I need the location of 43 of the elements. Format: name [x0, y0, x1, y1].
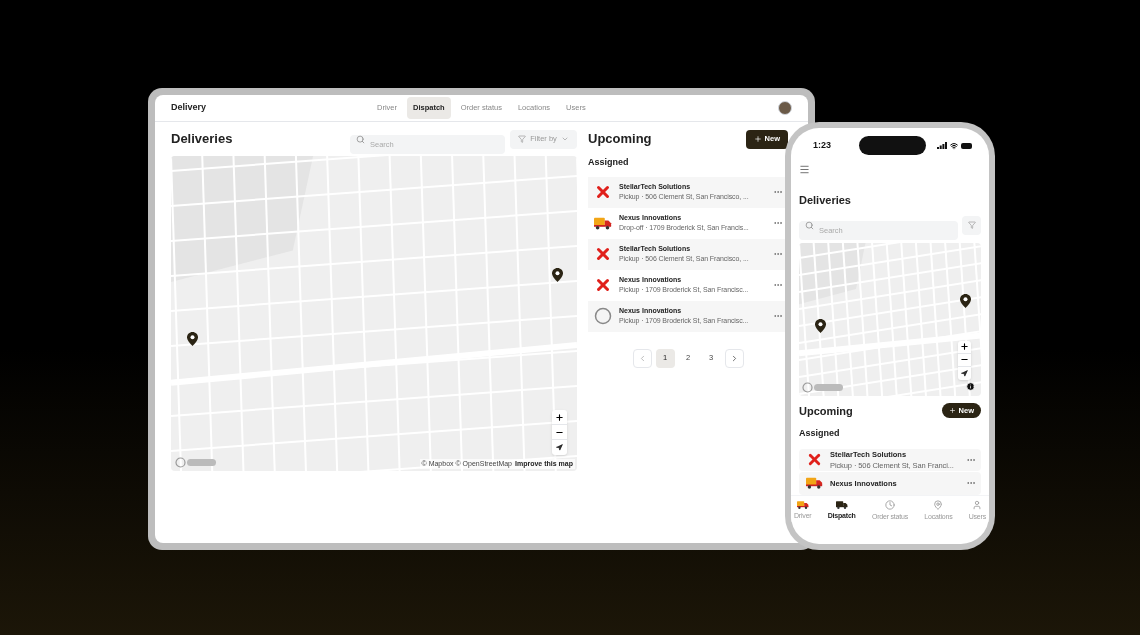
filter-icon — [967, 221, 976, 229]
zoom-in-button[interactable] — [958, 340, 971, 354]
filter-button[interactable] — [962, 215, 981, 235]
plus-icon — [960, 342, 969, 351]
map-pin-icon — [552, 268, 563, 282]
map-pin-icon — [187, 332, 198, 346]
logo-icon — [175, 457, 217, 468]
group-heading: Assigned — [799, 427, 841, 440]
cross-icon — [594, 183, 612, 201]
logo-icon — [802, 381, 844, 393]
section-title: Upcoming — [588, 130, 653, 149]
wifi-icon — [950, 141, 958, 150]
truck-icon — [805, 476, 823, 491]
compass-icon — [556, 444, 563, 451]
map-pin-icon — [815, 318, 826, 333]
chevron-down-icon — [560, 135, 569, 143]
plus-icon — [555, 412, 564, 422]
map-pin-icon — [933, 499, 944, 510]
plus-icon — [948, 407, 956, 415]
truck-icon — [796, 499, 809, 510]
page-title: Deliveries — [799, 193, 852, 208]
menu-icon[interactable] — [799, 164, 810, 175]
truck-icon — [594, 215, 612, 231]
status-time: 1:23 — [812, 138, 832, 152]
search-icon — [805, 220, 814, 230]
battery-icon — [961, 142, 973, 149]
cross-icon — [594, 245, 612, 263]
user-icon — [972, 499, 983, 510]
compass-icon — [961, 369, 968, 377]
signal-icon — [937, 142, 947, 149]
truck-icon — [835, 499, 848, 510]
section-title: Upcoming — [799, 403, 854, 419]
plus-icon — [753, 135, 762, 143]
avatar — [778, 101, 792, 115]
cross-icon — [594, 276, 612, 294]
map-pin-icon — [960, 293, 971, 308]
group-heading: Assigned — [588, 156, 630, 169]
info-icon[interactable] — [966, 381, 975, 391]
camera-notch — [859, 136, 926, 155]
app-title: Delivery — [171, 101, 208, 115]
filter-icon — [518, 135, 527, 143]
search-icon — [356, 134, 365, 144]
page-title: Deliveries — [171, 130, 234, 149]
